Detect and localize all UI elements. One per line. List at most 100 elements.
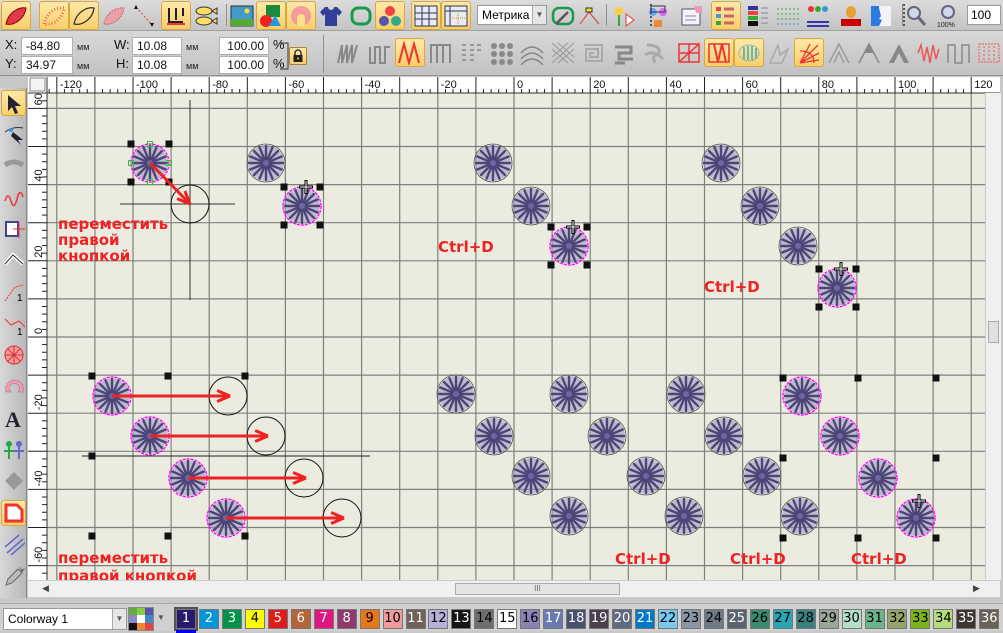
color-swatch-15[interactable]: 15 [497, 609, 518, 629]
color-swatch-26[interactable]: 26 [749, 609, 770, 629]
crescent-tool[interactable] [1, 374, 26, 400]
freehand-tool[interactable] [1, 185, 26, 211]
hoop-wand-button[interactable] [548, 1, 578, 30]
selection-handle[interactable] [316, 221, 324, 229]
selection-handle[interactable] [583, 261, 591, 269]
embroidery-flower[interactable] [436, 374, 476, 414]
wave-stitch-button[interactable] [365, 38, 395, 67]
parallel-lines-tool[interactable] [1, 531, 26, 557]
colorway-grid-icon[interactable] [128, 607, 154, 631]
color-swatch-29[interactable]: 29 [818, 609, 839, 629]
selection-handle[interactable] [852, 265, 860, 273]
embroidery-flower[interactable] [549, 496, 589, 536]
selection-handle[interactable] [932, 374, 940, 382]
color-swatch-1[interactable]: 1 [174, 607, 198, 633]
motif-stitch-button[interactable] [639, 38, 669, 67]
peak-outline-button[interactable] [824, 38, 854, 67]
stamp-button[interactable] [836, 1, 866, 30]
peak-button[interactable] [854, 38, 884, 67]
vertical-scrollbar[interactable] [985, 93, 1001, 580]
border-tool[interactable] [1, 499, 26, 526]
color-swatch-10[interactable]: 10 [382, 609, 403, 629]
running-1-tool[interactable]: 1 [1, 279, 26, 305]
color-swatch-17[interactable]: 17 [543, 609, 564, 629]
selection-handle[interactable] [241, 532, 249, 540]
hatch-stitch-button[interactable] [456, 38, 486, 67]
people-button[interactable] [803, 1, 833, 30]
embroidery-flower[interactable] [246, 143, 286, 183]
selection-handle[interactable] [852, 303, 860, 311]
color-swatch-18[interactable]: 18 [566, 609, 587, 629]
reshape-tool[interactable] [1, 122, 26, 148]
outline-leaf-button[interactable] [69, 1, 99, 30]
embroidery-flower[interactable] [473, 143, 513, 183]
applique-tool[interactable] [1, 216, 26, 242]
selection-handle[interactable] [316, 183, 324, 191]
selection-handle[interactable] [88, 452, 96, 460]
path-points-button[interactable] [575, 1, 605, 30]
selection-handle[interactable] [779, 534, 787, 542]
arc-stitch-button[interactable] [517, 38, 547, 67]
color-swatch-25[interactable]: 25 [726, 609, 747, 629]
color-swatch-23[interactable]: 23 [680, 609, 701, 629]
card-hand-button[interactable] [677, 1, 707, 30]
dots-stitch-button[interactable] [487, 38, 517, 67]
polyline-tool[interactable] [1, 248, 26, 274]
selection-handle[interactable] [932, 454, 940, 462]
hoop-button[interactable] [346, 1, 376, 30]
selection-handle[interactable] [280, 183, 288, 191]
pink-blob-button[interactable] [285, 1, 316, 30]
scale-y-field[interactable]: 100.00 [219, 56, 269, 74]
selection-handle[interactable] [932, 534, 940, 542]
embroidery-flower[interactable] [511, 186, 551, 226]
color-swatch-7[interactable]: 7 [313, 609, 334, 629]
embroidery-flower[interactable] [549, 374, 589, 414]
color-swatch-21[interactable]: 21 [635, 609, 655, 629]
selection-handle[interactable] [241, 372, 249, 380]
embroidery-flower[interactable] [626, 456, 666, 496]
color-swatch-28[interactable]: 28 [795, 609, 816, 629]
zigzag-stitch-button[interactable] [334, 38, 364, 67]
vertical-scroll-thumb[interactable] [988, 321, 999, 343]
chevron-down-icon[interactable]: ▼ [532, 6, 546, 24]
shirt-button[interactable] [316, 1, 346, 30]
selection-handle[interactable] [164, 532, 172, 540]
color-swatch-5[interactable]: 5 [267, 609, 288, 629]
star-fill-tool[interactable] [1, 342, 26, 368]
flower-play-button[interactable] [609, 1, 639, 30]
faded-leaf-button[interactable] [99, 1, 129, 30]
color-list-button[interactable] [711, 1, 741, 30]
units-select[interactable]: Метрика ▼ [477, 5, 547, 25]
chevron-down-icon[interactable]: ▼ [112, 609, 126, 629]
embroidery-flower[interactable] [664, 496, 704, 536]
fill-leaf-button[interactable] [39, 1, 70, 30]
embroidery-flower[interactable] [780, 496, 820, 536]
text-tool[interactable]: A [1, 405, 26, 431]
horizontal-scroll-thumb[interactable]: III [455, 583, 620, 595]
cross-stitch-button[interactable] [548, 38, 578, 67]
color-swatch-32[interactable]: 32 [887, 609, 908, 629]
color-swatch-4[interactable]: 4 [244, 609, 265, 629]
selection-handle[interactable] [779, 454, 787, 462]
square-wave-button[interactable] [944, 38, 974, 67]
fan-button[interactable] [794, 38, 824, 67]
color-swatch-27[interactable]: 27 [772, 609, 793, 629]
color-swatch-13[interactable]: 13 [451, 609, 472, 629]
color-swatch-34[interactable]: 34 [933, 609, 954, 629]
selection-handle[interactable] [88, 372, 96, 380]
spiral-stitch-button[interactable] [609, 38, 639, 67]
picture-button[interactable] [227, 1, 257, 30]
monogram-tool[interactable] [1, 468, 26, 494]
red-zigzag-stitch-button[interactable] [395, 38, 425, 67]
color-swatch-30[interactable]: 30 [841, 609, 862, 629]
scroll-left-arrow[interactable]: ◀ [42, 583, 49, 594]
color-swatch-3[interactable]: 3 [221, 609, 242, 629]
color-swatch-36[interactable]: 36 [979, 609, 1000, 629]
pencil-tool[interactable] [1, 563, 26, 589]
horizontal-scrollbar[interactable]: ◀ III ▶ [28, 580, 1000, 597]
selection-handle[interactable] [854, 374, 862, 382]
embroidery-flower[interactable] [587, 416, 627, 456]
width-field[interactable]: 10.08 [132, 37, 182, 55]
red-grid-button[interactable] [674, 38, 704, 67]
fish-button[interactable] [191, 1, 221, 30]
